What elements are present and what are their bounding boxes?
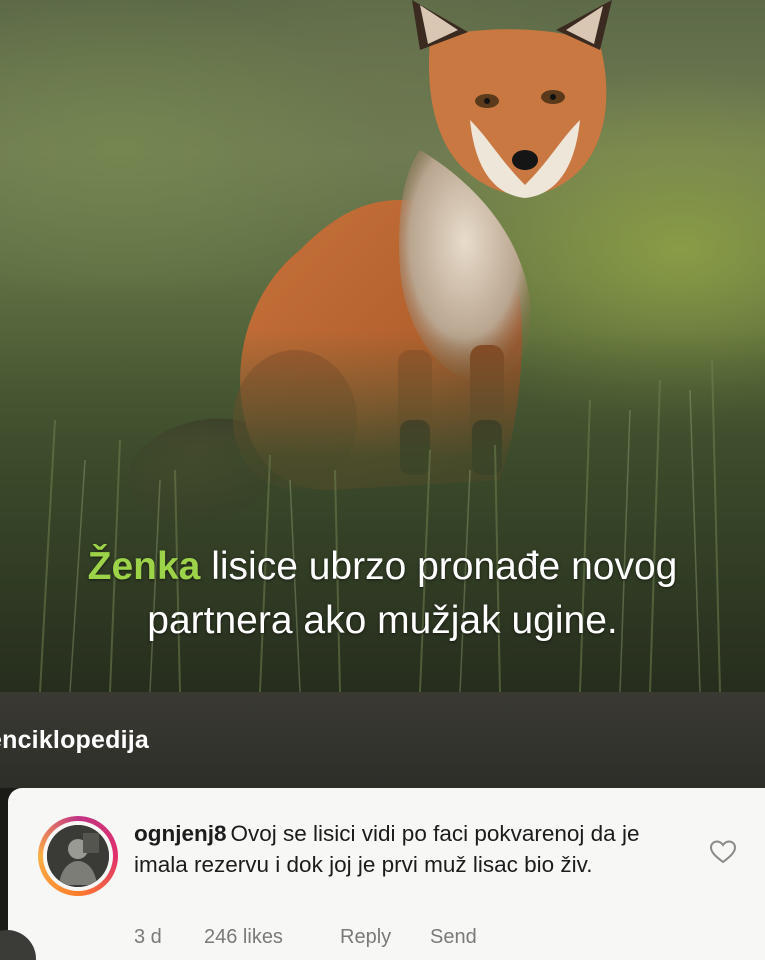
heart-outline-icon[interactable] [709,839,737,865]
screenshot: Ženka lisice ubrzo pronađe novog partner… [0,0,765,960]
send-button[interactable]: Send [430,926,477,949]
avatar-image [47,825,109,887]
avatar[interactable] [38,816,118,896]
caption-line-1: Ženka lisice ubrzo pronađe novog [0,540,765,594]
post-caption: Ženka lisice ubrzo pronađe novog partner… [0,540,765,648]
comment-body: ognjenj8 Ovoj se lisici vidi po faci pokv… [134,818,654,880]
post-image[interactable]: Ženka lisice ubrzo pronađe novog partner… [0,0,765,692]
comment-card: ognjenj8 Ovoj se lisici vidi po faci pokv… [8,788,765,960]
reply-button[interactable]: Reply [340,926,430,949]
caption-line-1-text: lisice ubrzo pronađe novog [200,545,678,588]
caption-highlight: Ženka [87,545,201,588]
comment-time: 3 d [134,926,162,948]
caption-line-2: partnera ako mužjak ugine. [147,599,618,642]
account-name[interactable]: enciklopedija [0,726,149,755]
comment-likes[interactable]: 246 likes [204,926,340,949]
account-bar: enciklopedija [0,692,765,788]
comment-username[interactable]: ognjenj8 [134,821,227,846]
avatar-photo [47,825,109,887]
comment-meta: 3 d 246 likes Reply Send [134,926,477,949]
